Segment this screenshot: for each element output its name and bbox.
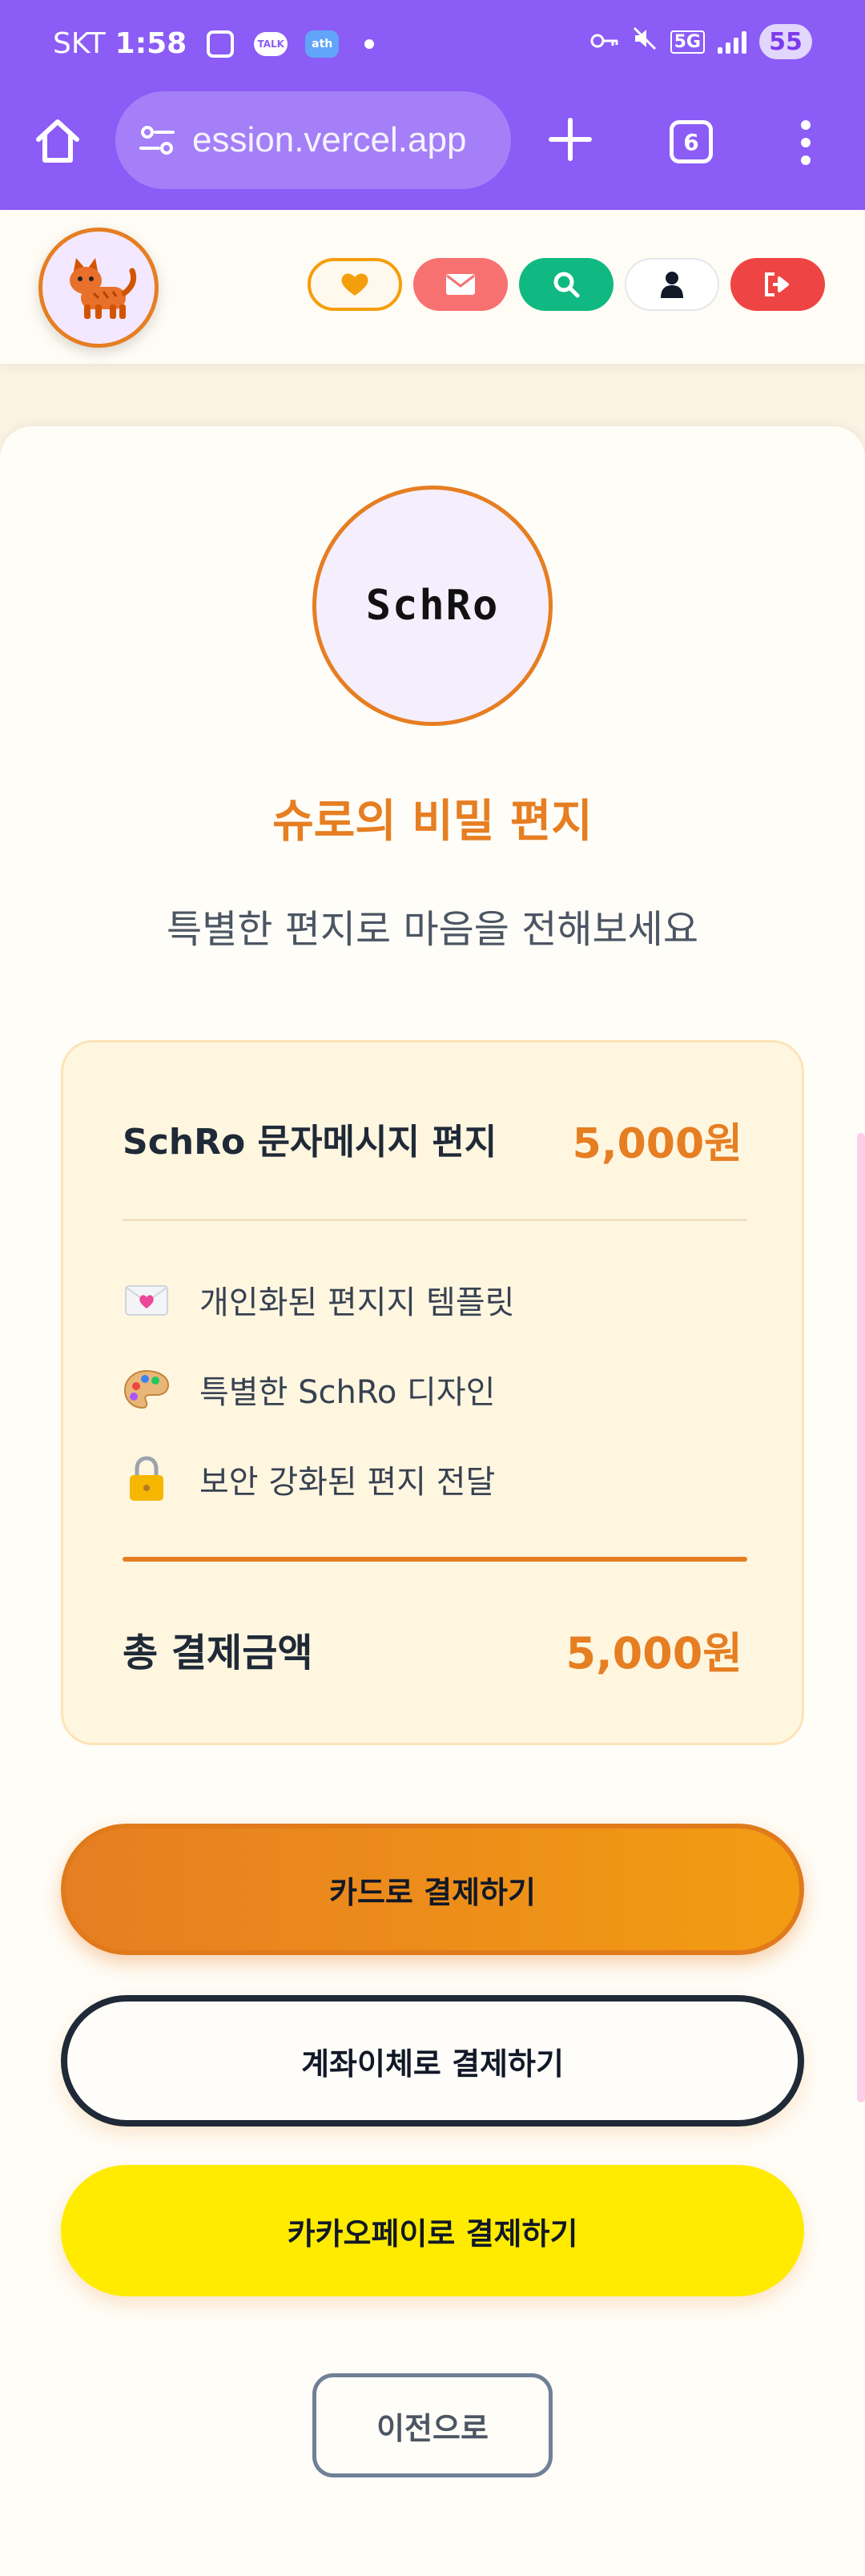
total-divider [123, 1557, 747, 1562]
feature-text: 특별한 SchRo 디자인 [199, 1374, 496, 1411]
more-vert-icon [801, 120, 811, 165]
url-text: ession.vercel.app [192, 120, 467, 159]
carrier-label: SKT [53, 27, 106, 60]
pay-with-bank-transfer-button[interactable]: 계좌이체로 결제하기 [61, 1995, 804, 2127]
scrollbar[interactable] [857, 1133, 865, 2102]
total-price: 5,000원 [565, 1628, 743, 1679]
page-subtitle: 특별한 편지로 마음을 전해보세요 [166, 907, 698, 952]
cat-icon [70, 258, 137, 319]
more-notifications-dot-icon [364, 38, 375, 49]
logout-icon [765, 272, 789, 296]
vpn-key-icon [590, 26, 619, 57]
tab-switcher-button[interactable]: 6 [670, 120, 713, 163]
love-letter-icon [123, 1276, 171, 1324]
lock-icon [123, 1455, 171, 1503]
search-icon [553, 272, 580, 298]
logout-button[interactable] [730, 258, 825, 311]
app-header [0, 210, 865, 364]
messages-button[interactable] [413, 258, 508, 311]
mail-icon [446, 274, 475, 295]
screenshot-icon [204, 30, 236, 58]
feature-text: 보안 강화된 편지 전달 [199, 1464, 496, 1501]
user-icon [661, 272, 683, 298]
profile-button[interactable] [625, 258, 719, 311]
browser-toolbar: ession.vercel.app 6 [0, 88, 865, 192]
kakaotalk-notification-icon: TALK [254, 31, 288, 56]
logo-text: SchRo [365, 582, 500, 630]
clock: 1:58 [115, 27, 187, 60]
network-type-badge: 5G [670, 30, 705, 54]
app-notification-icon: ath [305, 30, 340, 58]
status-bar: SKT 1:58 TALK ath 5G 55 [0, 0, 865, 88]
feature-item: 개인화된 편지지 템플릿 [123, 1272, 514, 1328]
feature-item: 보안 강화된 편지 전달 [123, 1451, 495, 1507]
battery-indicator: 55 [759, 24, 812, 59]
page-title: 슈로의 비밀 편지 [272, 796, 593, 848]
divider [123, 1219, 747, 1221]
order-summary: SchRo 문자메시지 편지 5,000원 개인화된 편지지 템플릿 특별한 S… [61, 1040, 804, 1745]
new-tab-button[interactable] [541, 111, 599, 168]
browser-menu-button[interactable] [790, 117, 822, 168]
product-name: SchRo 문자메시지 편지 [123, 1122, 497, 1163]
favorites-button[interactable] [308, 258, 402, 311]
pay-with-kakaopay-button[interactable]: 카카오페이로 결제하기 [61, 2165, 804, 2296]
mute-icon [632, 26, 658, 58]
signal-strength-icon [718, 30, 746, 54]
home-icon [36, 119, 79, 163]
palette-icon [123, 1365, 171, 1413]
product-price: 5,000원 [572, 1120, 742, 1168]
heart-icon [341, 273, 368, 296]
plus-icon [549, 118, 592, 161]
back-button[interactable]: 이전으로 [312, 2373, 553, 2477]
pay-with-card-button[interactable]: 카드로 결제하기 [61, 1824, 804, 1955]
site-settings-icon[interactable] [136, 119, 178, 161]
total-label: 총 결제금액 [123, 1631, 313, 1675]
profile-avatar[interactable] [38, 228, 159, 348]
schro-logo: SchRo [312, 486, 553, 726]
browser-chrome: SKT 1:58 TALK ath 5G 55 ession.vercel.ap… [0, 0, 865, 210]
feature-item: 특별한 SchRo 디자인 [123, 1361, 495, 1417]
home-button[interactable] [29, 112, 86, 170]
search-button[interactable] [519, 258, 614, 311]
address-bar[interactable]: ession.vercel.app [115, 91, 511, 189]
feature-text: 개인화된 편지지 템플릿 [199, 1284, 515, 1321]
